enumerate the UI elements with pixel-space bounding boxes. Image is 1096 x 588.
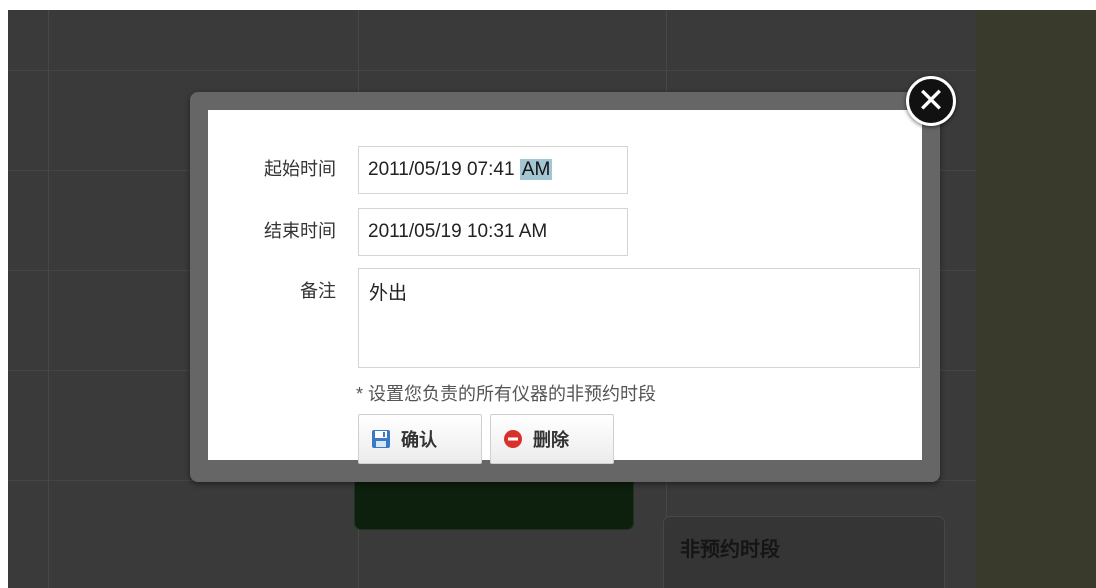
close-icon[interactable]: ✕ (906, 76, 956, 126)
event-card-title: 非预约时段 (680, 539, 780, 561)
grid-line (8, 70, 1096, 71)
end-time-label: 结束时间 (264, 221, 336, 241)
calendar-column-highlight (976, 10, 1096, 588)
screen: 非预约时段 起始时间 2011/05/19 07:41 AM 结束时间 2011… (0, 0, 1096, 588)
dialog-panel: 起始时间 2011/05/19 07:41 AM 结束时间 2011/05/19… (208, 110, 922, 464)
end-time-value: 2011/05/19 10:31 AM (368, 221, 548, 242)
note-textarea[interactable]: 外出 (358, 268, 920, 368)
hint-text: * 设置您负责的所有仪器的非预约时段 (356, 384, 657, 404)
delete-button[interactable]: 删除 (490, 414, 614, 464)
minus-circle-icon (503, 429, 523, 449)
start-time-value: 2011/05/19 07:41 (368, 159, 515, 180)
end-time-input[interactable]: 2011/05/19 10:31 AM (358, 208, 628, 256)
confirm-label: 确认 (401, 430, 437, 450)
floppy-disk-icon (371, 429, 391, 449)
confirm-button[interactable]: 确认 (358, 414, 482, 464)
start-time-input[interactable]: 2011/05/19 07:41 AM (358, 146, 628, 194)
delete-label: 删除 (533, 430, 569, 450)
note-label: 备注 (300, 281, 336, 301)
start-time-ampm-selected: AM (519, 159, 553, 180)
calendar-event-card[interactable]: 非预约时段 (663, 516, 945, 588)
start-time-label: 起始时间 (264, 159, 336, 179)
non-reservation-dialog: 起始时间 2011/05/19 07:41 AM 结束时间 2011/05/19… (190, 92, 940, 482)
note-value: 外出 (369, 283, 408, 304)
grid-column-line (48, 10, 49, 588)
